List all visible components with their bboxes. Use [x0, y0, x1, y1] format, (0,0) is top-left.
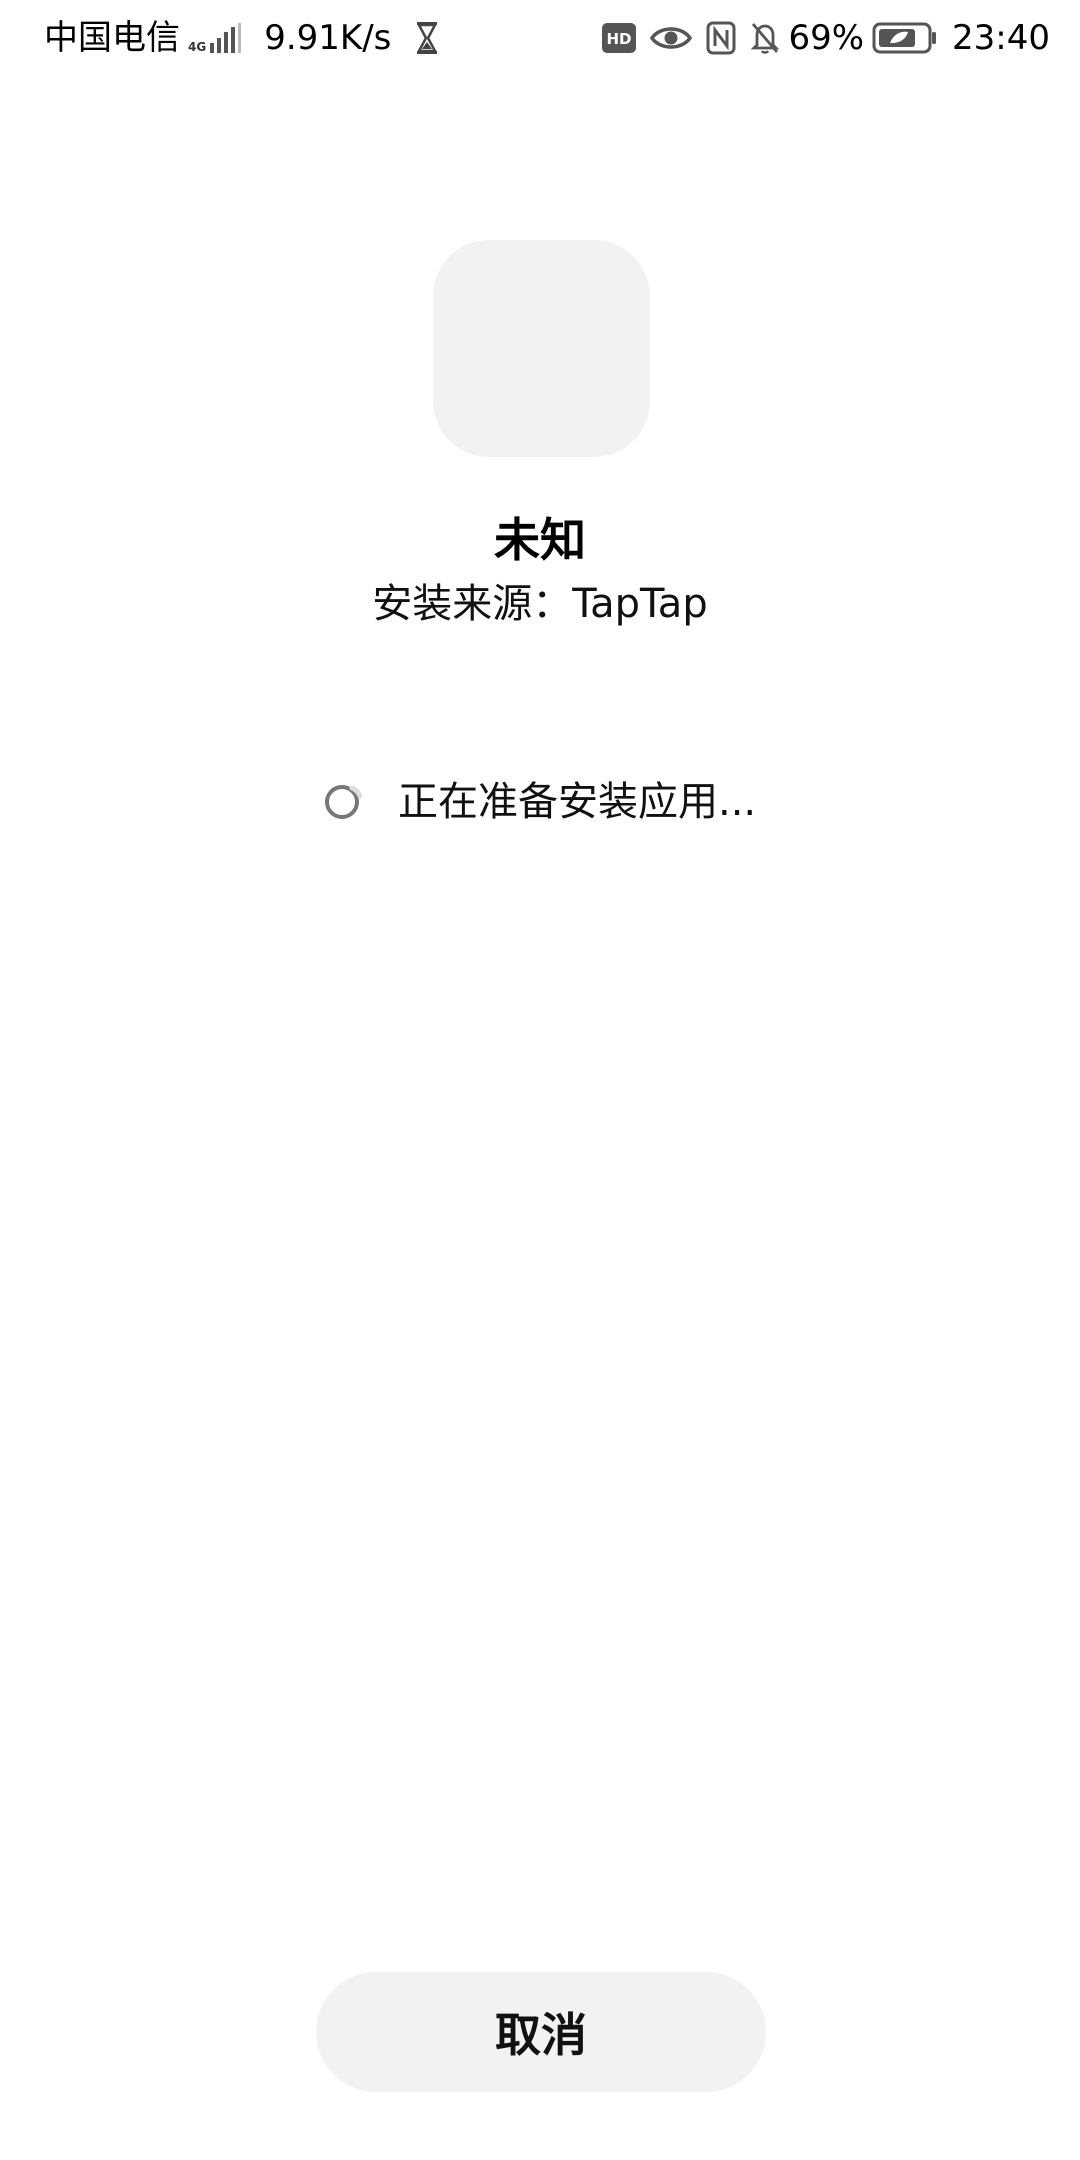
installer-screen: 中国电信 4G 9.91K/s HD 69% 23:40 未知 安装来源：Tap…: [0, 0, 1080, 2160]
bell-off-icon: [750, 21, 780, 55]
app-icon-placeholder: [433, 240, 650, 457]
cancel-button[interactable]: 取消: [316, 1972, 766, 2092]
battery-icon: [872, 21, 938, 55]
status-bar: 中国电信 4G 9.91K/s HD 69% 23:40: [0, 0, 1080, 76]
status-bar-right: HD 69% 23:40: [602, 0, 1050, 76]
hd-icon: HD: [602, 23, 637, 53]
network-speed: 9.91K/s: [264, 18, 392, 58]
clock-time: 23:40: [952, 18, 1050, 58]
install-progress: 正在准备安装应用...: [322, 770, 756, 834]
status-bar-left: 中国电信 4G 9.91K/s: [44, 0, 439, 76]
loading-spinner-icon: [325, 785, 362, 819]
svg-text:HD: HD: [607, 30, 632, 48]
signal-icon: 4G: [188, 21, 242, 55]
carrier-name: 中国电信: [44, 18, 180, 58]
eye-icon: [650, 23, 693, 53]
network-type: 4G: [188, 40, 207, 54]
app-name: 未知: [494, 513, 586, 567]
battery-percent: 69%: [788, 18, 865, 58]
nfc-icon: [706, 21, 736, 55]
hourglass-icon: [415, 21, 439, 55]
progress-text: 正在准备安装应用...: [398, 779, 757, 825]
install-source: 安装来源：TapTap: [372, 581, 708, 627]
